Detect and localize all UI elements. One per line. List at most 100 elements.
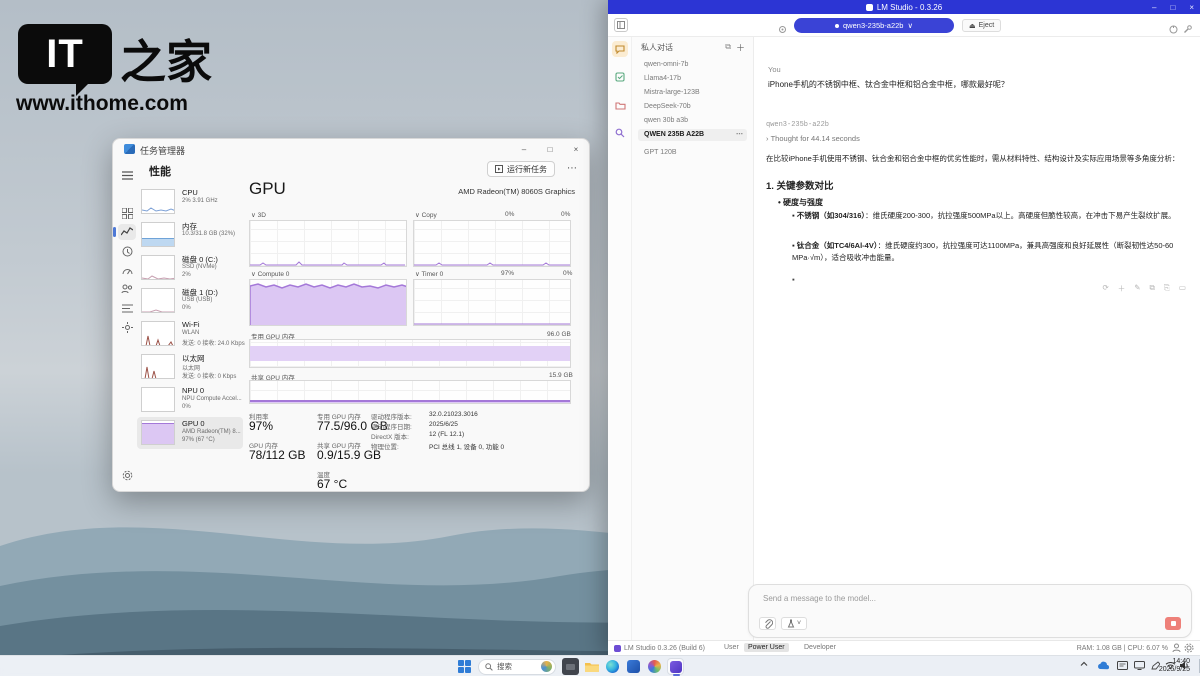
close-button[interactable]: × [563,139,589,159]
metric-gpu[interactable]: GPU 0 AMD Radeon(TM) 8... 97% (67 °C) [137,417,243,449]
taskbar-clock[interactable]: 14:40 2025/9/25 [1159,658,1190,675]
lm-status-bar: LM Studio 0.3.26 (Build 6) User Power Us… [608,640,1200,655]
minimize-button[interactable]: – [1152,3,1156,12]
search-icon [485,663,493,671]
branch-icon[interactable]: ⎘ [1164,283,1170,294]
metric-wifi[interactable]: Wi-Fi WLAN 发送: 0 接收: 24.0 Kbps [137,318,243,350]
close-button[interactable]: × [1189,3,1194,12]
tab-power-user[interactable]: Power User [744,643,789,652]
hamburger-menu-icon[interactable] [118,167,136,183]
chart-copy-label: ∨ Copy [415,211,437,219]
start-button[interactable] [456,658,473,675]
sidebar-toggle-icon[interactable] [614,18,628,32]
metric-npu[interactable]: NPU 0 NPU Compute Accel... 0% [137,384,243,416]
chat-list-item[interactable]: Mistra-large-123B [638,87,747,99]
edit-icon[interactable]: ✎ [1134,283,1140,294]
task-manager-titlebar[interactable]: 任务管理器 – □ × [113,139,589,159]
stop-icon [1171,621,1176,626]
stat-gpumem-value: 78/112 GB [249,448,305,462]
paperclip-icon [763,619,773,629]
assistant-intro: 在比较iPhone手机使用不锈钢、钛合金和铝合金中框的优劣性能时，需从材料特性、… [766,153,1179,164]
edge-icon[interactable] [604,658,621,675]
file-explorer-icon[interactable] [583,658,600,675]
tray-chevron-icon[interactable] [1080,660,1088,670]
my-models-nav-icon[interactable] [612,97,628,113]
chat-list-item[interactable]: qwen-omni-7b [638,59,747,71]
chat-list-item[interactable]: Llama4-17b [638,73,747,85]
chat-item-more-icon[interactable]: ⋯ [736,129,743,141]
eject-button[interactable]: ⏏ Eject [962,19,1001,32]
model-selector[interactable]: qwen3-235b-a22b ∨ [794,18,954,33]
lm-titlebar[interactable]: LM Studio - 0.3.26 – □ × [608,0,1200,14]
startup-apps-icon[interactable] [118,262,136,278]
app-icon-blue[interactable] [625,658,642,675]
attach-file-button[interactable] [759,617,776,630]
chevron-right-icon: › [766,134,769,143]
app-history-icon[interactable] [118,243,136,259]
settings-gear-icon[interactable] [1184,643,1194,655]
metric-disk1[interactable]: 磁盘 1 (D:) USB (USB) 0% [137,285,243,317]
tray-app-icon-2[interactable] [1134,661,1145,672]
run-new-task-button[interactable]: 运行新任务 [487,161,555,177]
copy-icon[interactable]: ⧉ [1150,283,1155,294]
active-app-indicator [673,674,680,676]
users-icon[interactable] [118,281,136,297]
metric-ethernet[interactable]: 以太网 以太网 发送: 0 接收: 0 Kbps [137,351,243,383]
task-manager-window: 任务管理器 – □ × 性能 运行新任务 ⋯ [112,138,590,492]
run-icon [495,165,503,173]
lm-studio-taskbar-icon[interactable] [667,658,684,675]
model-selector-label: qwen3-235b-a22b [843,21,903,30]
services-icon[interactable] [118,319,136,335]
input-placeholder: Send a message to the model... [763,594,876,603]
regenerate-icon[interactable]: ⟳ [1102,283,1108,294]
version-label: LM Studio 0.3.26 (Build 6) [624,645,705,652]
tab-developer[interactable]: Developer [800,643,840,652]
details-icon[interactable] [118,300,136,316]
add-icon[interactable]: ＋ [1118,283,1126,294]
metric-disk0[interactable]: 磁盘 0 (C:) SSD (NVMe) 2% [137,252,243,284]
maximize-button[interactable]: □ [1170,3,1175,12]
detail-driver-date-label: 驱动程序日期: [371,421,412,431]
thought-toggle[interactable]: › Thought for 44.14 seconds [766,134,860,143]
stop-generation-button[interactable] [1165,617,1181,630]
onedrive-icon[interactable] [1097,661,1110,672]
chat-list-item[interactable]: GPT 120B [638,147,747,159]
tab-user[interactable]: User [720,643,743,652]
performance-icon[interactable] [118,224,136,240]
gpu-adapter-name: AMD Radeon(TM) 8060S Graphics [458,187,575,196]
collapse-panel-icon[interactable]: ⧉ [725,42,731,52]
bullet-group: • 硬度与强度 [778,197,823,208]
chat-nav-icon[interactable] [612,41,628,57]
disk0-thumbnail [141,255,175,280]
detail-directx-label: DirectX 版本: [371,431,409,441]
settings-gear-icon[interactable] [118,467,136,483]
metric-memory[interactable]: 内存 10.3/31.8 GB (32%) [137,219,243,251]
experiment-menu-button[interactable]: ˅ [781,617,807,630]
gpu-thumbnail [141,420,175,445]
tray-app-icon-1[interactable] [1117,661,1128,672]
tasks-nav-icon[interactable] [612,69,628,85]
app-icon-colorful[interactable] [646,658,663,675]
discover-nav-icon[interactable] [612,125,628,141]
user-icon[interactable] [1172,643,1181,655]
chat-list-item-selected[interactable]: QWEN 235B A22B⋯ [638,129,747,141]
lm-title: LM Studio - 0.3.26 [877,3,942,12]
lm-toolbar: qwen3-235b-a22b ∨ ⏏ Eject [608,14,1200,37]
maximize-button[interactable]: □ [537,139,563,159]
search-highlights-icon[interactable] [541,661,552,672]
expand-icon[interactable]: ▭ [1179,283,1186,294]
metric-cpu[interactable]: CPU 2% 3.91 GHz [137,186,243,218]
ethernet-thumbnail [141,354,175,379]
message-input[interactable]: Send a message to the model... ˅ [748,584,1192,638]
search-box[interactable]: 搜索 [478,659,556,675]
chat-list-item[interactable]: DeepSeek-70b [638,101,747,113]
clock-date: 2025/9/25 [1159,666,1190,674]
new-chat-icon[interactable]: ＋ [736,41,745,54]
more-options-icon[interactable]: ⋯ [567,163,577,174]
minimize-button[interactable]: – [511,139,537,159]
detail-directx-value: 12 (FL 12.1) [429,431,464,438]
app-icon-dark[interactable] [562,658,579,675]
chat-list-item[interactable]: qwen 30b a3b [638,115,747,127]
chat-list-panel: 私人对话 ⧉ ＋ qwen-omni-7b Llama4-17b Mistra-… [632,37,754,640]
processes-icon[interactable] [118,205,136,221]
